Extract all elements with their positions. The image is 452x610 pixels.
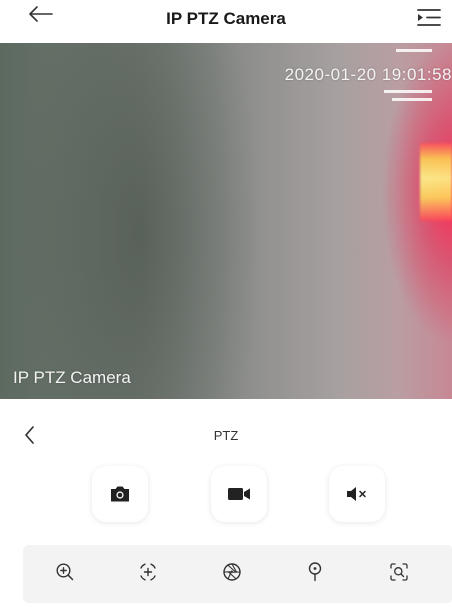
speaker-mute-icon (345, 485, 369, 503)
preset-pin-icon (306, 561, 324, 588)
mute-button[interactable] (329, 466, 385, 522)
list-menu-icon[interactable] (414, 4, 444, 30)
page-title: IP PTZ Camera (166, 9, 286, 28)
zoom-in-button[interactable] (51, 560, 79, 588)
aperture-icon (221, 561, 243, 588)
zoom-search-button[interactable] (385, 560, 413, 588)
zoom-search-icon (388, 561, 410, 588)
preset-button[interactable] (301, 560, 329, 588)
top-bar: IP PTZ Camera (0, 0, 452, 43)
snapshot-button[interactable] (92, 466, 148, 522)
focus-plus-icon (137, 561, 159, 588)
camera-app-screen: IP PTZ Camera 2020-01-20 19:01:58 IP PTZ… (0, 0, 452, 610)
ptz-control-panel: PTZ (0, 399, 452, 610)
video-camera-name: IP PTZ Camera (13, 368, 131, 387)
camera-video-feed[interactable]: 2020-01-20 19:01:58 IP PTZ Camera (0, 43, 452, 399)
video-light-glare (420, 143, 452, 221)
ptz-toolbar (23, 545, 452, 603)
panel-title: PTZ (213, 428, 239, 443)
video-timestamp: 2020-01-20 19:01:58 (284, 65, 452, 84)
iris-button[interactable] (218, 560, 246, 588)
video-camera-icon (227, 486, 251, 502)
camera-icon (109, 485, 131, 503)
focus-button[interactable] (134, 560, 162, 588)
zoom-in-icon (55, 562, 75, 587)
record-button[interactable] (211, 466, 267, 522)
